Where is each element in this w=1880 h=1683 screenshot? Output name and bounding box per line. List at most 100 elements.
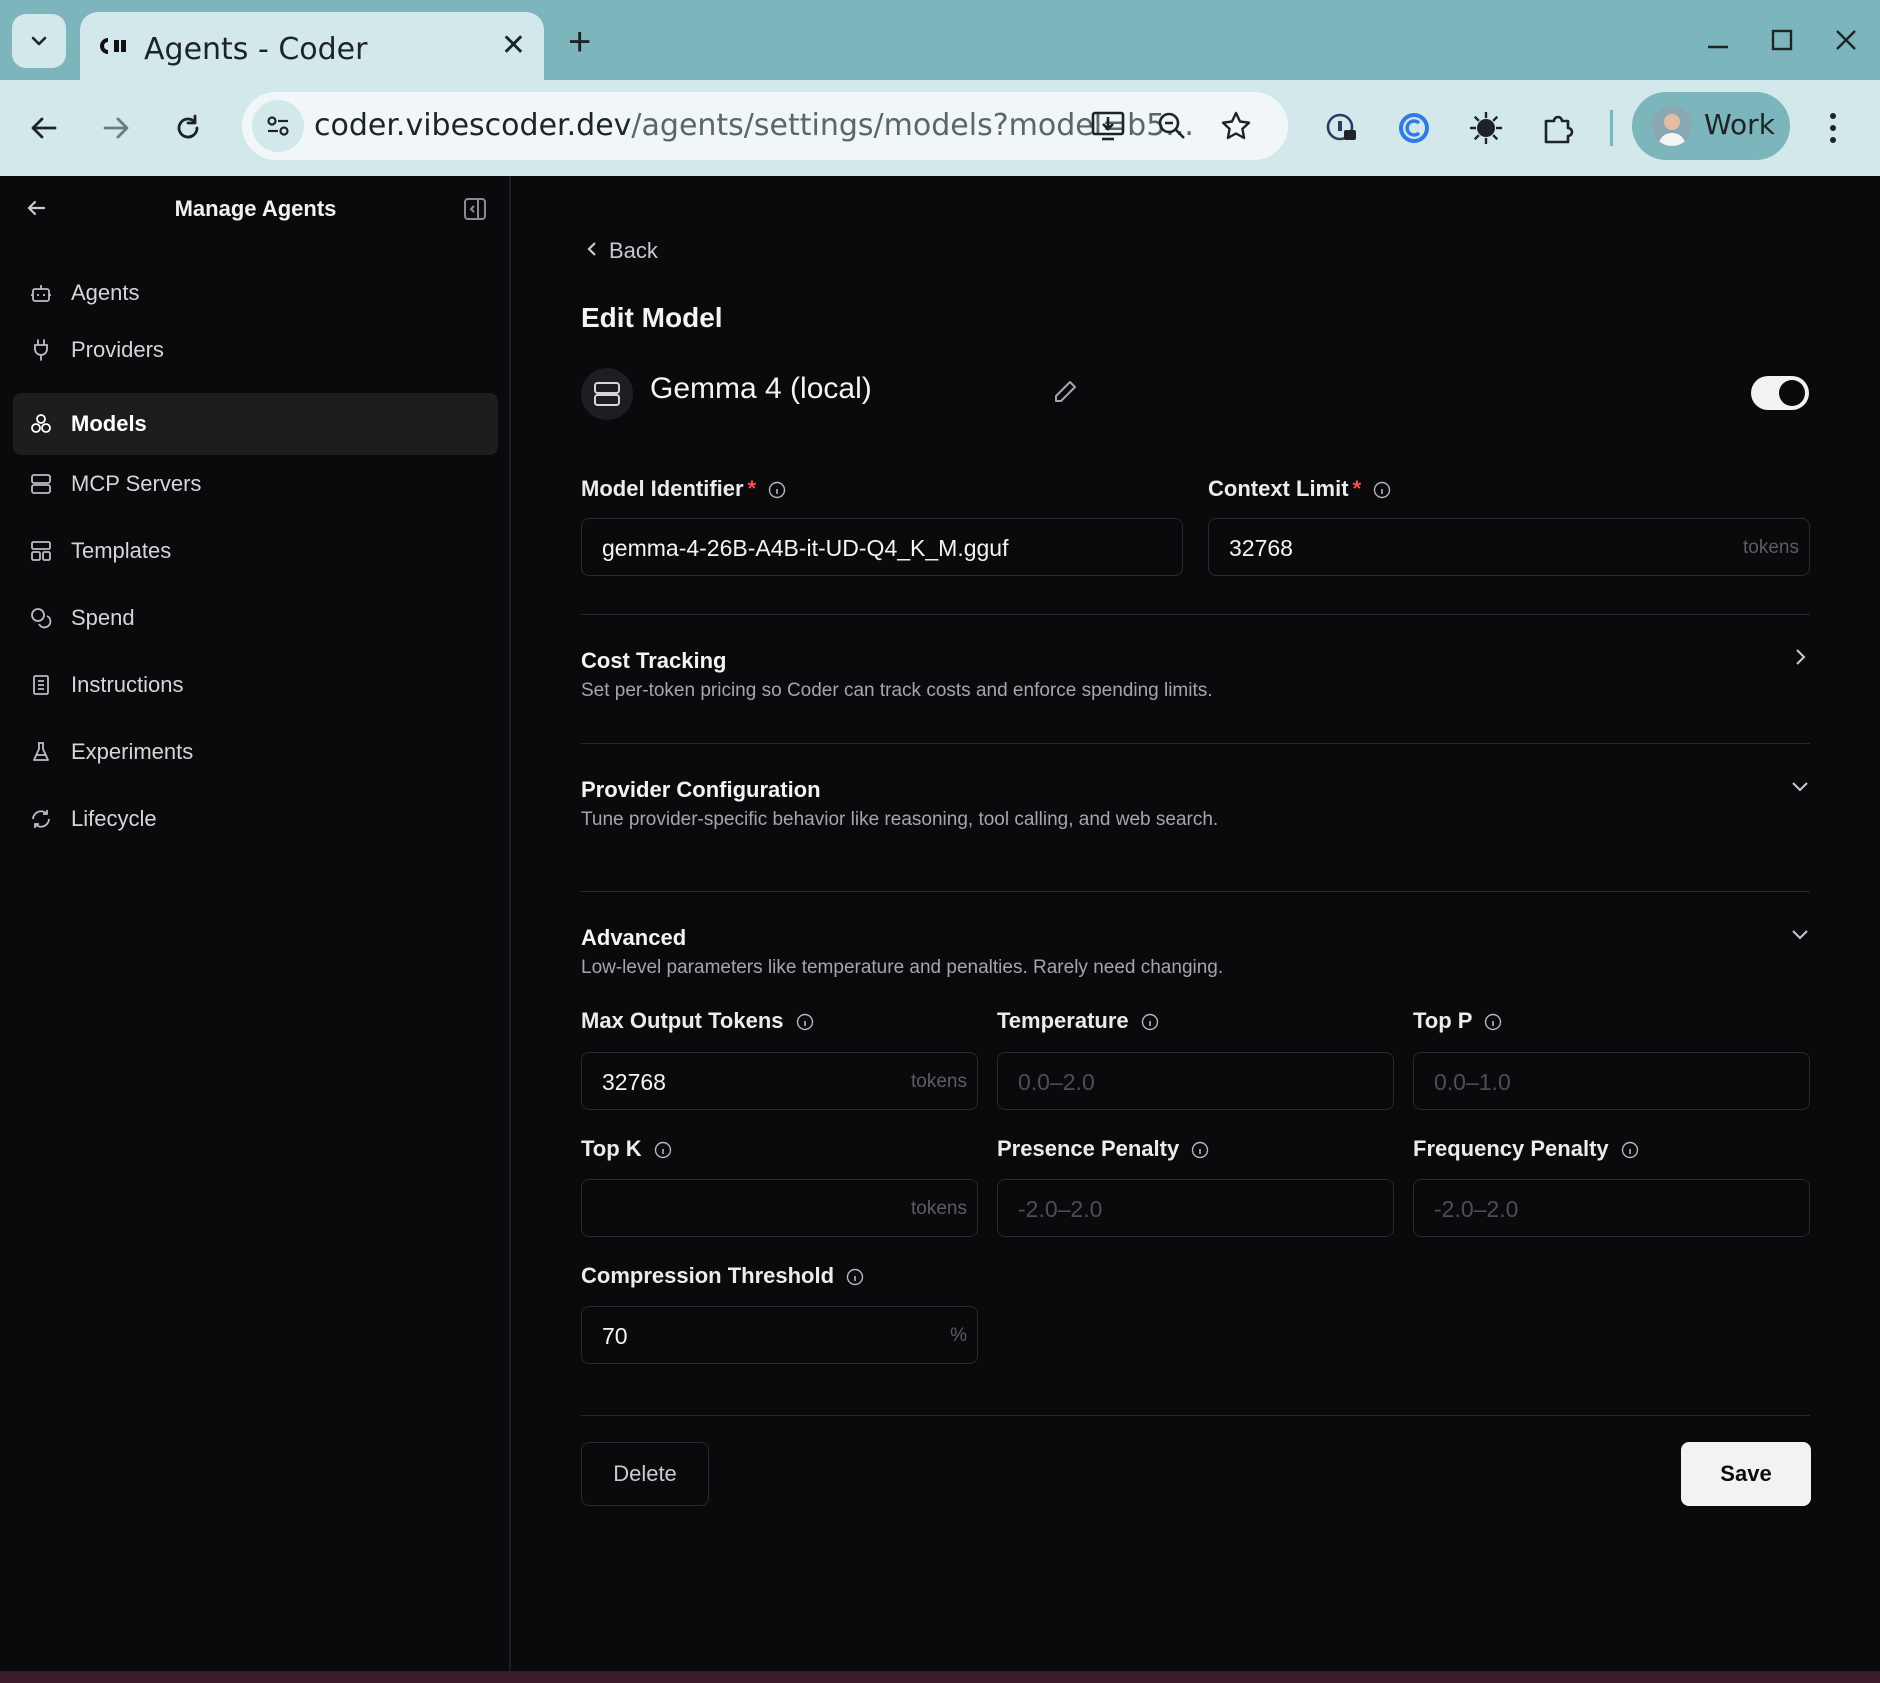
bookmark-star-icon[interactable] (1216, 106, 1256, 146)
forward-nav-button[interactable] (94, 106, 138, 150)
context-limit-value: 32768 (1229, 535, 1293, 561)
tab-close-icon[interactable]: ✕ (501, 31, 526, 61)
frequency-penalty-placeholder: -2.0–2.0 (1434, 1196, 1519, 1222)
temperature-label: Temperature (997, 1008, 1159, 1034)
more-vertical-icon (1830, 113, 1836, 143)
sidebar-item-templates[interactable]: Templates (13, 520, 498, 582)
tab-strip: Agents - Coder ✕ + (0, 0, 1880, 80)
model-enabled-toggle[interactable] (1751, 376, 1809, 410)
chevron-down-icon[interactable] (1789, 775, 1811, 797)
presence-penalty-input[interactable]: -2.0–2.0 (997, 1179, 1394, 1237)
back-link[interactable]: Back (585, 238, 658, 264)
zoom-icon[interactable] (1152, 106, 1192, 146)
sidebar-item-label: Lifecycle (71, 806, 157, 831)
info-icon[interactable] (1191, 1141, 1209, 1159)
info-icon[interactable] (1484, 1013, 1502, 1031)
maximize-button[interactable] (1762, 20, 1802, 60)
flask-icon (33, 742, 49, 761)
minimize-button[interactable] (1698, 20, 1738, 60)
pencil-icon[interactable] (1051, 378, 1079, 406)
info-icon[interactable] (796, 1013, 814, 1031)
top-k-label-text: Top K (581, 1136, 642, 1161)
top-p-label-text: Top P (1413, 1008, 1473, 1033)
info-icon[interactable] (1373, 481, 1391, 499)
max-output-tokens-suffix: tokens (911, 1071, 967, 1092)
sidebar-item-label: Providers (71, 337, 164, 362)
info-icon[interactable] (1141, 1013, 1159, 1031)
frequency-penalty-input[interactable]: -2.0–2.0 (1413, 1179, 1810, 1237)
sidebar: Manage Agents Agents Providers Models MC… (0, 176, 511, 1671)
advanced-title[interactable]: Advanced (581, 925, 686, 951)
compression-threshold-input[interactable]: 70 % (581, 1306, 978, 1364)
install-app-icon[interactable] (1088, 106, 1128, 146)
top-p-input[interactable]: 0.0–1.0 (1413, 1052, 1810, 1110)
model-icon-badge (581, 368, 633, 420)
sidebar-item-label: Models (71, 411, 147, 436)
password-manager-icon[interactable] (1320, 106, 1364, 150)
temperature-input[interactable]: 0.0–2.0 (997, 1052, 1394, 1110)
address-bar[interactable]: coder.vibescoder.dev/agents/settings/mod… (242, 92, 1288, 160)
close-icon (1836, 30, 1856, 50)
toggle-knob (1779, 380, 1805, 406)
sidebar-item-spend[interactable]: Spend (13, 587, 498, 649)
browser-menu-button[interactable] (1816, 106, 1850, 150)
reload-button[interactable] (166, 106, 210, 150)
provider-config-title: Provider Configuration (581, 777, 821, 802)
divider (581, 1415, 1810, 1416)
presence-penalty-label-text: Presence Penalty (997, 1136, 1180, 1161)
back-nav-button[interactable] (22, 106, 66, 150)
top-k-input[interactable]: tokens (581, 1179, 978, 1237)
sidebar-item-instructions[interactable]: Instructions (13, 654, 498, 716)
sidebar-item-experiments[interactable]: Experiments (13, 721, 498, 783)
model-identifier-input[interactable]: gemma-4-26B-A4B-it-UD-Q4_K_M.gguf (581, 518, 1183, 576)
plug-icon (34, 339, 48, 361)
profile-button[interactable]: Work (1632, 92, 1790, 160)
page-title: Edit Model (581, 302, 723, 333)
boxes-icon (31, 414, 51, 433)
arrow-left-icon (31, 117, 57, 139)
extension-sun-icon[interactable] (1464, 106, 1508, 150)
sidebar-item-mcp-servers[interactable]: MCP Servers (13, 453, 498, 515)
tune-icon (267, 116, 289, 136)
info-icon[interactable] (654, 1141, 672, 1159)
sidebar-item-models[interactable]: Models (13, 393, 498, 455)
save-button[interactable]: Save (1681, 1442, 1811, 1506)
info-icon[interactable] (768, 481, 786, 499)
close-window-button[interactable] (1826, 20, 1866, 60)
extensions-puzzle-icon[interactable] (1536, 106, 1580, 150)
browser-tab[interactable]: Agents - Coder ✕ (80, 12, 544, 80)
sidebar-item-agents[interactable]: Agents (13, 262, 498, 324)
context-limit-input[interactable]: 32768 tokens (1208, 518, 1810, 576)
chevron-down-icon (31, 36, 47, 46)
max-output-tokens-input[interactable]: 32768 tokens (581, 1052, 978, 1110)
sidebar-item-lifecycle[interactable]: Lifecycle (13, 788, 498, 850)
new-tab-button[interactable]: + (568, 22, 591, 62)
delete-button[interactable]: Delete (581, 1442, 709, 1506)
extension-c-icon[interactable] (1392, 106, 1436, 150)
maximize-icon (1771, 29, 1793, 51)
tab-search-button[interactable] (12, 14, 66, 68)
chevron-left-icon (587, 242, 596, 256)
top-p-placeholder: 0.0–1.0 (1434, 1069, 1511, 1095)
provider-config-desc: Tune provider-specific behavior like rea… (581, 809, 1219, 830)
refresh-icon (32, 810, 50, 828)
compression-threshold-label-text: Compression Threshold (581, 1263, 835, 1288)
chevron-down-icon[interactable] (1789, 923, 1811, 945)
top-k-suffix: tokens (911, 1198, 967, 1219)
presence-penalty-placeholder: -2.0–2.0 (1018, 1196, 1103, 1222)
max-output-tokens-label: Max Output Tokens (581, 1008, 814, 1034)
info-icon[interactable] (846, 1268, 864, 1286)
server-icon (594, 382, 620, 406)
divider (581, 614, 1810, 615)
chevron-right-icon[interactable] (1789, 646, 1811, 668)
info-icon[interactable] (1621, 1141, 1639, 1159)
cost-tracking-title: Cost Tracking (581, 648, 727, 673)
sidebar-item-label: Spend (71, 605, 135, 630)
browser-toolbar: coder.vibescoder.dev/agents/settings/mod… (0, 80, 1880, 176)
site-info-button[interactable] (252, 100, 304, 152)
panel-collapse-icon[interactable] (462, 196, 488, 222)
sidebar-item-providers[interactable]: Providers (13, 319, 498, 381)
context-limit-label: Context Limit * (1208, 476, 1391, 502)
divider (581, 891, 1810, 892)
coins-icon (31, 608, 52, 629)
